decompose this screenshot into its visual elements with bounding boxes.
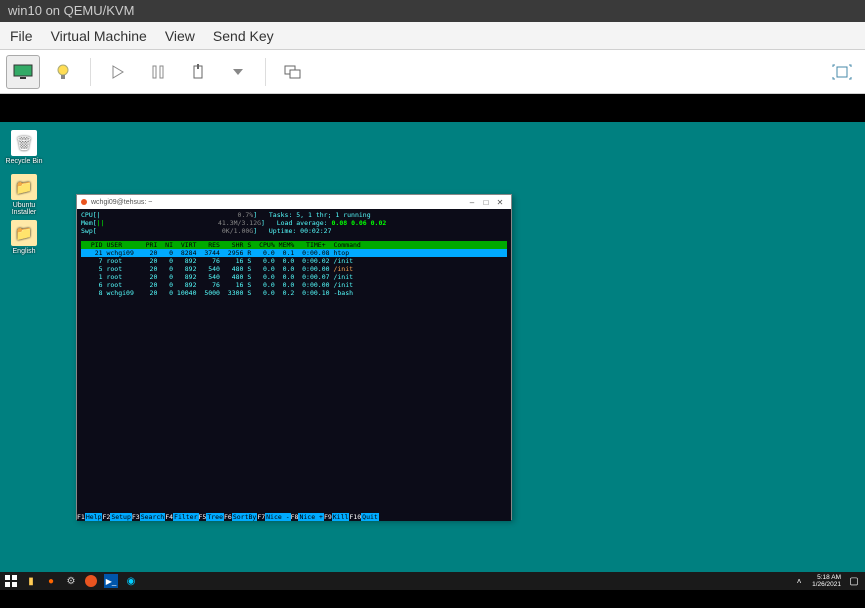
htop-fkey-label: Tree — [206, 513, 224, 521]
tray-time: 5:18 AM — [812, 574, 841, 581]
settings-button[interactable]: ⚙ — [64, 574, 78, 588]
ubuntu-button[interactable] — [84, 574, 98, 588]
close-button[interactable]: ✕ — [493, 198, 507, 207]
desktop-icon-label: Recycle Bin — [2, 158, 46, 165]
htop-fkey-label: Help — [85, 513, 103, 521]
htop-columns-header[interactable]: PID USER PRI NI VIRT RES SHR S CPU% MEM%… — [81, 241, 507, 249]
htop-fkey-label: Search — [140, 513, 165, 521]
folder-icon: 📁 — [11, 220, 37, 246]
fullscreen-button[interactable] — [825, 55, 859, 89]
desktop-icon-label: English — [2, 248, 46, 255]
htop-process-row[interactable]: 7 root 20 0 892 76 16 S 0.0 0.0 0:00.02 … — [81, 257, 507, 265]
htop-footer[interactable]: F1HelpF2SetupF3SearchF4FilterF5TreeF6Sor… — [77, 513, 511, 521]
run-button[interactable] — [101, 55, 135, 89]
menu-view[interactable]: View — [165, 28, 195, 44]
htop-fkey-label: Filter — [173, 513, 198, 521]
htop-selected-row[interactable]: 21 wchgi09 20 0 8284 3744 2956 R 0.0 0.1… — [81, 249, 507, 257]
desktop-icon-ubuntu-installer[interactable]: 📁 Ubuntu Installer — [2, 174, 46, 216]
htop-swp-gauge: Swp[ 0K/1.00G] Uptime: 00:02:27 — [81, 227, 507, 235]
powershell-button[interactable]: ▶_ — [104, 574, 118, 588]
notifications-button[interactable]: ▢ — [847, 574, 861, 588]
pause-icon — [152, 65, 164, 79]
windows-desktop[interactable]: 🗑 Recycle Bin 📁 Ubuntu Installer 📁 Engli… — [0, 122, 865, 590]
htop-fkey-label: SortBy — [232, 513, 257, 521]
show-console-button[interactable] — [6, 55, 40, 89]
htop-cpu-gauge: CPU[| 0.7%] Tasks: 5, 1 thr; 1 running — [81, 211, 507, 219]
htop-fkey[interactable]: F10 — [349, 513, 361, 521]
htop-fkey[interactable]: F1 — [77, 513, 85, 521]
vm-menubar: File Virtual Machine View Send Key — [0, 22, 865, 50]
desktop-icon-label: Ubuntu Installer — [2, 202, 46, 216]
htop-fkey-label: Quit — [361, 513, 379, 521]
letterbox-top — [0, 94, 865, 122]
shutdown-button[interactable] — [181, 55, 215, 89]
menu-file[interactable]: File — [10, 28, 33, 44]
htop-fkey-label: Nice + — [298, 513, 323, 521]
htop-fkey[interactable]: F3 — [132, 513, 140, 521]
toolbar-separator — [90, 58, 91, 86]
terminal-body[interactable]: CPU[| 0.7%] Tasks: 5, 1 thr; 1 running M… — [77, 209, 511, 521]
htop-fkey[interactable]: F9 — [324, 513, 332, 521]
play-icon — [112, 65, 124, 79]
menu-send-key[interactable]: Send Key — [213, 28, 274, 44]
letterbox-bottom — [0, 590, 865, 608]
htop-fkey[interactable]: F7 — [257, 513, 265, 521]
minimize-button[interactable]: – — [465, 198, 479, 207]
tray-date: 1/26/2021 — [812, 581, 841, 588]
htop-fkey[interactable]: F4 — [165, 513, 173, 521]
ubuntu-icon — [81, 199, 87, 205]
htop-fkey-label: Kill — [332, 513, 350, 521]
toolbar-separator — [265, 58, 266, 86]
monitor-icon — [13, 64, 33, 80]
htop-process-row[interactable]: 1 root 20 0 892 540 480 S 0.0 0.0 0:00.0… — [81, 273, 507, 281]
htop-fkey[interactable]: F6 — [224, 513, 232, 521]
htop-process-row[interactable]: 6 root 20 0 892 76 16 S 0.0 0.0 0:00.00 … — [81, 281, 507, 289]
desktop-icon-english[interactable]: 📁 English — [2, 220, 46, 255]
menu-virtual-machine[interactable]: Virtual Machine — [51, 28, 147, 44]
start-button[interactable] — [4, 574, 18, 588]
htop-mem-gauge: Mem[|| 41.3M/3.12G] Load average: 0.08 0… — [81, 219, 507, 227]
vm-toolbar — [0, 50, 865, 94]
maximize-button[interactable]: □ — [479, 198, 493, 207]
htop-process-row[interactable]: 5 root 20 0 892 540 480 S 0.0 0.0 0:00.0… — [81, 265, 507, 273]
windows-taskbar[interactable]: ▮ ● ⚙ ▶_ ◉ ˄ 5:18 AM 1/26/2021 ▢ — [0, 572, 865, 590]
recycle-bin-icon: 🗑 — [11, 130, 37, 156]
guest-display[interactable]: 🗑 Recycle Bin 📁 Ubuntu Installer 📁 Engli… — [0, 94, 865, 608]
htop-fkey-label: Setup — [110, 513, 132, 521]
terminal-title: wchgi09@tehsus: ~ — [91, 199, 152, 206]
htop-fkey-label: Nice - — [265, 513, 290, 521]
terminal-titlebar[interactable]: wchgi09@tehsus: ~ – □ ✕ — [77, 195, 511, 209]
lightbulb-icon — [55, 63, 71, 81]
vm-window-title: win10 on QEMU/KVM — [0, 0, 865, 22]
tray-chevron[interactable]: ˄ — [792, 574, 806, 588]
snapshots-button[interactable] — [276, 55, 310, 89]
chevron-down-icon — [233, 69, 243, 75]
fullscreen-icon — [832, 63, 852, 81]
file-explorer-button[interactable]: ▮ — [24, 574, 38, 588]
pause-button[interactable] — [141, 55, 175, 89]
snapshots-icon — [283, 64, 303, 80]
firefox-button[interactable]: ● — [44, 574, 58, 588]
desktop-icon-recycle-bin[interactable]: 🗑 Recycle Bin — [2, 130, 46, 165]
edge-button[interactable]: ◉ — [124, 574, 138, 588]
power-icon — [191, 64, 205, 80]
htop-process-row[interactable]: 8 wchgi09 20 0 10040 5000 3300 S 0.0 0.2… — [81, 289, 507, 297]
windows-icon — [5, 575, 17, 587]
system-tray-clock[interactable]: 5:18 AM 1/26/2021 — [812, 574, 841, 588]
shutdown-menu-button[interactable] — [221, 55, 255, 89]
terminal-window[interactable]: wchgi09@tehsus: ~ – □ ✕ CPU[| 0.7%] Task… — [76, 194, 512, 520]
show-details-button[interactable] — [46, 55, 80, 89]
folder-icon: 📁 — [11, 174, 37, 200]
